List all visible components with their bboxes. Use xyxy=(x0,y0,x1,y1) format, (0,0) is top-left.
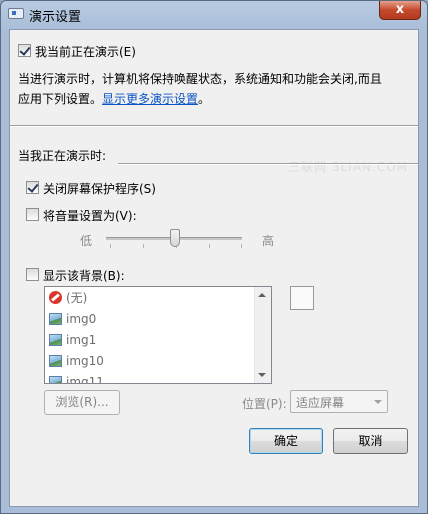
presenting-description-line2: 应用下列设置。显示更多演示设置。 xyxy=(18,90,210,107)
description-prefix: 应用下列设置。 xyxy=(18,92,103,106)
watermark-text: 三联网 3LIAN.COM xyxy=(288,160,408,174)
list-item[interactable]: img0 xyxy=(49,309,96,329)
background-checkbox[interactable] xyxy=(26,268,39,281)
chevron-down-icon xyxy=(374,400,382,404)
volume-label[interactable]: 将音量设置为(V): xyxy=(43,207,137,224)
list-item[interactable]: img10 xyxy=(49,351,104,371)
image-icon xyxy=(49,313,62,325)
screensaver-checkbox[interactable] xyxy=(26,181,39,194)
slider-tick xyxy=(209,244,210,248)
list-item[interactable]: (无) xyxy=(49,288,87,308)
volume-slider-thumb[interactable] xyxy=(170,229,180,247)
slider-tick xyxy=(110,244,111,248)
listbox-scrollbar[interactable] xyxy=(254,287,271,383)
screensaver-label[interactable]: 关闭屏幕保护程序(S) xyxy=(43,180,156,197)
title-bar[interactable]: 演示设置 x xyxy=(1,1,427,27)
more-presentation-settings-link[interactable]: 显示更多演示设置 xyxy=(102,92,198,106)
presenting-checkbox-label[interactable]: 我当前正在演示(E) xyxy=(35,43,136,60)
list-item-label: img10 xyxy=(66,354,104,368)
list-item-label: img0 xyxy=(66,312,97,326)
scroll-down-arrow-icon[interactable] xyxy=(258,373,266,377)
list-item-label: (无) xyxy=(66,291,88,305)
presenting-checkbox[interactable] xyxy=(18,44,31,57)
section-title: 当我正在演示时: xyxy=(18,149,107,163)
presenting-description-line1: 当进行演示时，计算机将保持唤醒状态，系统通知和功能会关闭,而且 xyxy=(18,72,382,86)
list-item[interactable]: img1 xyxy=(49,330,96,350)
position-selected-value: 适应屏幕 xyxy=(296,396,345,410)
list-item-label: img1 xyxy=(66,333,97,347)
close-button[interactable]: x xyxy=(379,1,421,20)
list-item-label: img11 xyxy=(66,375,104,384)
volume-low-label: 低 xyxy=(80,234,93,248)
position-label: 位置(P): xyxy=(242,397,287,411)
description-suffix: 。 xyxy=(198,92,211,106)
dialog-body: 我当前正在演示(E) 当进行演示时，计算机将保持唤醒状态，系统通知和功能会关闭,… xyxy=(9,29,419,507)
position-select[interactable]: 适应屏幕 xyxy=(290,390,388,413)
window-title: 演示设置 xyxy=(29,10,82,25)
presentation-settings-window: 演示设置 x 我当前正在演示(E) 当进行演示时，计算机将保持唤醒状态，系统通知… xyxy=(0,0,428,514)
background-label[interactable]: 显示该背景(B): xyxy=(43,267,125,284)
browse-button[interactable]: 浏览(R)... xyxy=(44,390,120,415)
slider-tick xyxy=(241,244,242,248)
none-icon xyxy=(49,291,62,304)
slider-tick xyxy=(143,244,144,248)
volume-high-label: 高 xyxy=(262,234,275,248)
background-preview xyxy=(290,286,314,310)
ok-button[interactable]: 确定 xyxy=(249,428,323,454)
cancel-button[interactable]: 取消 xyxy=(333,428,408,454)
volume-checkbox[interactable] xyxy=(26,208,39,221)
section-separator xyxy=(10,125,418,127)
background-listbox[interactable]: (无) img0 img1 img10 img11 xyxy=(44,286,272,384)
presentation-app-icon xyxy=(8,8,24,19)
section-title-rule xyxy=(118,163,418,165)
image-icon xyxy=(49,334,62,346)
scroll-up-arrow-icon[interactable] xyxy=(258,293,266,297)
image-icon xyxy=(49,376,62,383)
image-icon xyxy=(49,355,62,367)
list-item[interactable]: img11 xyxy=(49,372,104,384)
